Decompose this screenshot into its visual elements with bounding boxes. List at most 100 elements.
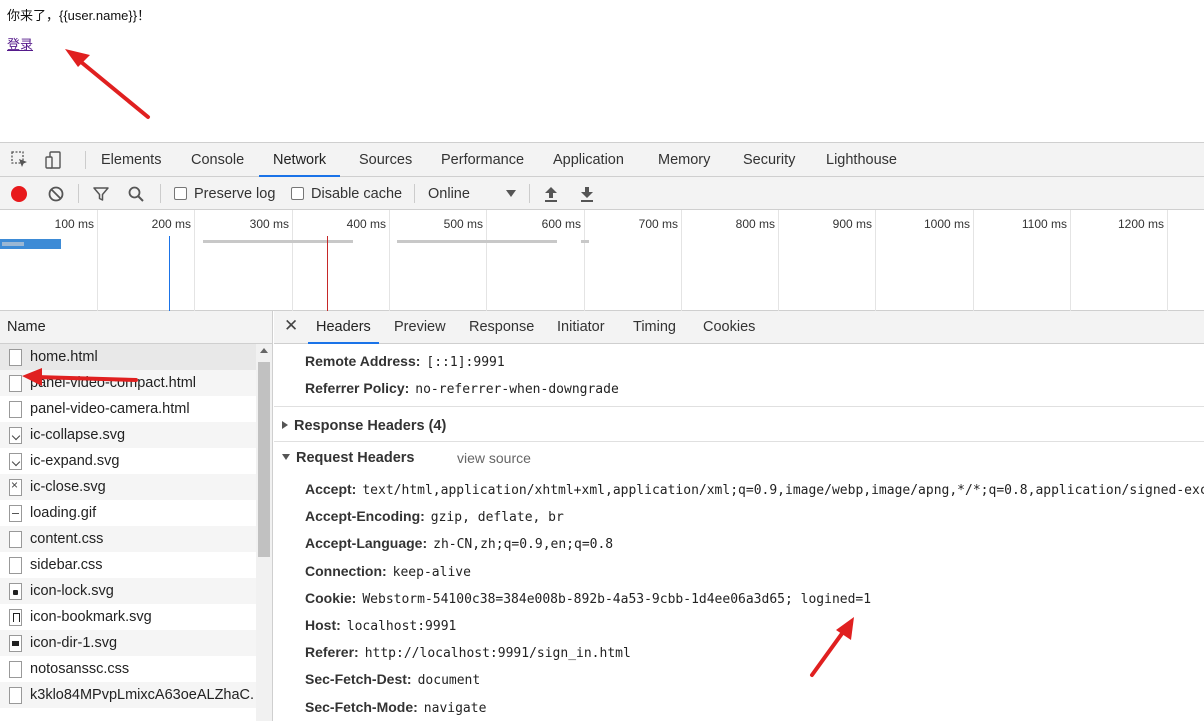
request-row[interactable]: k3klo84MPvpLmixcA63oeALZhaC.	[0, 682, 256, 708]
request-list-scrollbar[interactable]	[256, 344, 272, 721]
request-waterfall-bar	[397, 240, 557, 243]
request-detail-pane: ✕ Headers Preview Response Initiator Tim…	[274, 311, 1204, 721]
request-waterfall-bar	[203, 240, 353, 243]
header-key: Accept:	[305, 481, 357, 497]
timeline-tick-label: 300 ms	[249, 217, 289, 231]
detail-tab-headers[interactable]: Headers	[308, 311, 379, 344]
bookmark-icon	[9, 608, 22, 626]
document-icon	[9, 374, 22, 392]
request-headers-section-toggle[interactable]: Request Headers view source	[282, 450, 682, 466]
search-button[interactable]	[127, 177, 145, 210]
tab-elements[interactable]: Elements	[99, 143, 163, 177]
throttling-select[interactable]: Online	[428, 177, 516, 210]
preserve-log-checkbox[interactable]: Preserve log	[174, 177, 275, 210]
scroll-thumb[interactable]	[258, 362, 270, 557]
login-link[interactable]: 登录	[7, 34, 33, 53]
network-overview-timeline[interactable]: 100 ms 200 ms 300 ms 400 ms 500 ms 600 ms 700 …	[0, 210, 1204, 311]
view-source-link[interactable]: view source	[457, 450, 531, 466]
load-event-marker	[327, 236, 328, 311]
chevron-down-icon	[282, 454, 290, 460]
record-button[interactable]	[11, 177, 27, 210]
tab-memory[interactable]: Memory	[656, 143, 712, 177]
detail-tab-initiator[interactable]: Initiator	[557, 311, 605, 344]
clear-button[interactable]	[47, 177, 65, 210]
import-har-button[interactable]	[543, 177, 559, 210]
timeline-gridline	[194, 210, 195, 311]
header-key: Referer:	[305, 644, 359, 661]
detail-tab-preview[interactable]: Preview	[394, 311, 446, 344]
tab-console[interactable]: Console	[189, 143, 246, 177]
export-har-button[interactable]	[579, 177, 595, 210]
request-row[interactable]: ic-expand.svg	[0, 448, 256, 474]
timeline-gridline	[97, 210, 98, 311]
tab-performance[interactable]: Performance	[439, 143, 526, 177]
request-name: content.css	[30, 531, 104, 547]
tab-application[interactable]: Application	[551, 143, 626, 177]
detail-tab-timing[interactable]: Timing	[633, 311, 676, 344]
request-row[interactable]: icon-bookmark.svg	[0, 604, 256, 630]
upload-icon	[545, 186, 557, 202]
throttling-value: Online	[428, 185, 470, 202]
request-header-row: Referer: http://localhost:9991/sign_in.ht…	[305, 644, 631, 661]
request-row[interactable]: home.html	[0, 344, 256, 370]
lock-icon	[9, 582, 22, 600]
request-waterfall-bar	[581, 240, 589, 243]
header-key: Referrer Policy:	[305, 380, 410, 396]
timeline-tick-label: 1200 ms	[1117, 217, 1164, 231]
request-list: home.html panel-video-compact.html panel-v…	[0, 344, 256, 708]
tab-security[interactable]: Security	[741, 143, 797, 177]
header-value: navigate	[423, 700, 487, 716]
request-row[interactable]: icon-lock.svg	[0, 578, 256, 604]
request-row[interactable]: loading.gif	[0, 500, 256, 526]
header-key: Host:	[305, 617, 341, 633]
request-header-row: Accept-Encoding: gzip, deflate, br	[305, 508, 564, 525]
timeline-tick-label: 700 ms	[638, 217, 678, 231]
request-row[interactable]: panel-video-camera.html	[0, 396, 256, 422]
request-name: ic-close.svg	[30, 479, 106, 495]
request-row[interactable]: sidebar.css	[0, 552, 256, 578]
toolbar-separator	[529, 184, 530, 203]
devtools-panel: Elements Console Network Sources Perform…	[0, 142, 1204, 721]
request-row[interactable]: ic-collapse.svg	[0, 422, 256, 448]
device-toolbar-icon[interactable]	[44, 150, 64, 170]
header-value: no-referrer-when-downgrade	[415, 382, 619, 397]
close-icon[interactable]: ✕	[284, 316, 298, 336]
request-name: home.html	[30, 349, 98, 365]
request-row[interactable]: ic-close.svg	[0, 474, 256, 500]
tab-lighthouse[interactable]: Lighthouse	[824, 143, 899, 177]
record-icon	[11, 185, 27, 202]
timeline-gridline	[292, 210, 293, 311]
header-value: zh-CN,zh;q=0.9,en;q=0.8	[433, 537, 614, 553]
detail-tabbar: ✕ Headers Preview Response Initiator Tim…	[274, 311, 1204, 344]
request-headers-title: Request Headers	[296, 450, 415, 466]
toolbar-separator	[78, 184, 79, 203]
header-row: Remote Address: [::1]:9991	[305, 353, 505, 370]
name-column-header[interactable]: Name	[0, 311, 272, 344]
header-key: Cookie:	[305, 589, 357, 606]
header-value: http://localhost:9991/sign_in.html	[364, 646, 631, 662]
inspect-element-icon[interactable]	[10, 150, 30, 170]
devtools-tabbar: Elements Console Network Sources Perform…	[0, 143, 1204, 177]
request-name: ic-expand.svg	[30, 453, 120, 469]
request-row[interactable]: notosanssc.css	[0, 656, 256, 682]
filter-button[interactable]	[92, 177, 110, 210]
header-key: Remote Address:	[305, 353, 421, 369]
request-header-row: Accept-Language: zh-CN,zh;q=0.9,en;q=0.8	[305, 535, 613, 552]
response-headers-section-toggle[interactable]: Response Headers (4)	[282, 418, 446, 434]
request-row[interactable]: content.css	[0, 526, 256, 552]
disable-cache-checkbox[interactable]: Disable cache	[291, 177, 402, 210]
detail-tab-response[interactable]: Response	[469, 311, 534, 344]
section-divider	[274, 406, 1204, 407]
scroll-up-arrow-icon[interactable]	[260, 348, 268, 353]
header-value: document	[417, 673, 481, 689]
request-row[interactable]: panel-video-compact.html	[0, 370, 256, 396]
request-row[interactable]: icon-dir-1.svg	[0, 630, 256, 656]
header-key: Connection:	[305, 562, 387, 579]
header-value: gzip, deflate, br	[430, 510, 564, 526]
tab-network[interactable]: Network	[259, 143, 341, 177]
tab-sources[interactable]: Sources	[357, 143, 414, 177]
timeline-tick-label: 1000 ms	[923, 217, 970, 231]
detail-tab-cookies[interactable]: Cookies	[703, 311, 755, 344]
timeline-gridline	[1167, 210, 1168, 311]
svg-image-icon	[9, 452, 22, 470]
